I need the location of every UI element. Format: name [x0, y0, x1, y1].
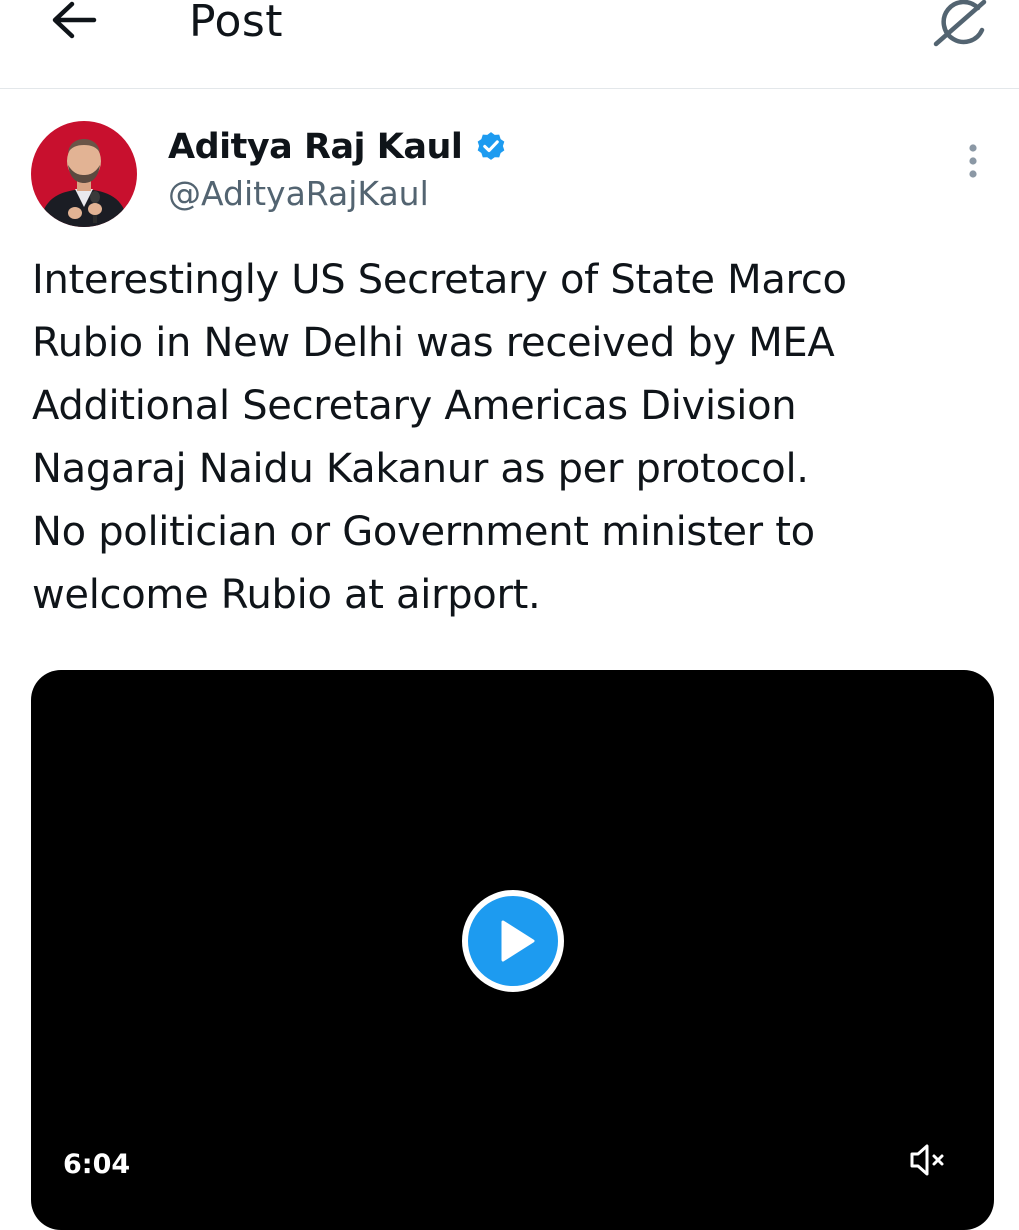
verified-badge-icon [478, 132, 505, 160]
author-name-row: Aditya Raj Kaul [168, 124, 508, 170]
grok-icon [933, 0, 987, 47]
more-vertical-icon [969, 144, 977, 178]
mute-button[interactable] [907, 1140, 951, 1180]
grok-button[interactable] [928, 0, 990, 48]
speaker-muted-icon [910, 1144, 944, 1176]
top-bar: Post [0, 0, 1019, 89]
video-player[interactable]: 6:04 [31, 670, 994, 1230]
play-icon [462, 890, 564, 992]
avatar-image [31, 121, 137, 227]
play-button[interactable] [461, 889, 565, 993]
avatar[interactable] [31, 121, 137, 227]
back-button[interactable] [44, 0, 104, 44]
post-text: Interestingly US Secretary of State Marc… [32, 257, 847, 618]
video-duration: 6:04 [63, 1149, 131, 1180]
arrow-left-icon [52, 1, 97, 39]
page-title: Post [189, 0, 284, 47]
author-handle[interactable]: @AdityaRajKaul [168, 172, 429, 216]
author-display-name[interactable]: Aditya Raj Kaul [168, 124, 463, 170]
more-options-button[interactable] [958, 142, 988, 184]
